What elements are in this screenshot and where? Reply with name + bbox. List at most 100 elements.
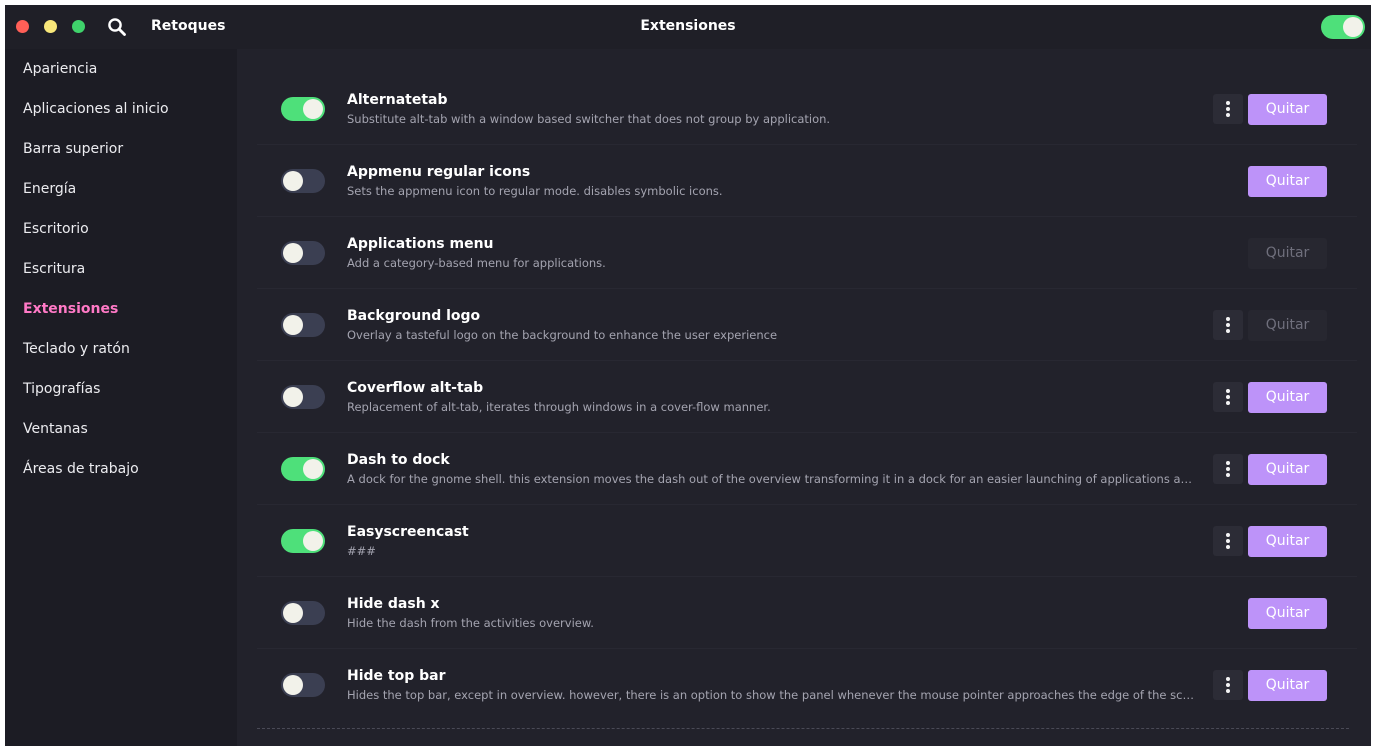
extension-description: Add a category-based menu for applicatio… xyxy=(347,256,606,270)
app-title: Retoques xyxy=(151,18,226,34)
maximize-window-button[interactable] xyxy=(72,20,85,33)
remove-extension-button[interactable]: Quitar xyxy=(1248,454,1327,485)
extension-description: A dock for the gnome shell. this extensi… xyxy=(347,472,1197,486)
tweaks-window: Retoques Extensiones Apariencia Aplicacio… xyxy=(5,5,1371,746)
extension-description: ### xyxy=(347,544,376,558)
toggle-knob xyxy=(303,459,323,479)
extension-toggle[interactable] xyxy=(281,457,325,481)
extension-toggle[interactable] xyxy=(281,529,325,553)
more-icon-dot xyxy=(1226,467,1230,471)
sidebar: Apariencia Aplicaciones al inicio Barra su… xyxy=(5,49,237,746)
toggle-knob xyxy=(283,315,303,335)
toggle-knob xyxy=(283,387,303,407)
toggle-knob xyxy=(283,675,303,695)
extension-description: Overlay a tasteful logo on the backgroun… xyxy=(347,328,778,342)
more-icon-dot xyxy=(1226,101,1230,105)
more-icon-dot xyxy=(1226,689,1230,693)
extension-toggle[interactable] xyxy=(281,313,325,337)
list-end-divider xyxy=(257,728,1349,729)
more-icon-dot xyxy=(1226,317,1230,321)
extension-name: Alternatetab xyxy=(347,92,448,108)
sidebar-item-tipografias[interactable]: Tipografías xyxy=(5,369,237,409)
more-icon-dot xyxy=(1226,107,1230,111)
more-icon-dot xyxy=(1226,323,1230,327)
sidebar-item-barra-superior[interactable]: Barra superior xyxy=(5,129,237,169)
remove-extension-button: Quitar xyxy=(1248,310,1327,341)
toggle-knob xyxy=(283,603,303,623)
extension-settings-button[interactable] xyxy=(1213,526,1243,556)
extension-toggle[interactable] xyxy=(281,241,325,265)
extension-name: Hide dash x xyxy=(347,596,440,612)
extension-name: Background logo xyxy=(347,308,481,324)
extension-row: Applications menu Add a category-based me… xyxy=(257,217,1357,289)
remove-extension-button[interactable]: Quitar xyxy=(1248,526,1327,557)
more-icon-dot xyxy=(1226,461,1230,465)
sidebar-item-areas-de-trabajo[interactable]: Áreas de trabajo xyxy=(5,449,237,489)
more-icon-dot xyxy=(1226,545,1230,549)
sidebar-item-apariencia[interactable]: Apariencia xyxy=(5,49,237,89)
more-icon-dot xyxy=(1226,677,1230,681)
minimize-window-button[interactable] xyxy=(44,20,57,33)
extension-description: Replacement of alt-tab, iterates through… xyxy=(347,400,771,414)
toggle-knob xyxy=(283,243,303,263)
remove-extension-button[interactable]: Quitar xyxy=(1248,598,1327,629)
more-icon-dot xyxy=(1226,389,1230,393)
more-icon-dot xyxy=(1226,473,1230,477)
sidebar-item-ventanas[interactable]: Ventanas xyxy=(5,409,237,449)
extension-toggle[interactable] xyxy=(281,601,325,625)
extension-row: Background logo Overlay a tasteful logo o… xyxy=(257,289,1357,361)
sidebar-item-teclado-y-raton[interactable]: Teclado y ratón xyxy=(5,329,237,369)
more-icon-dot xyxy=(1226,329,1230,333)
sidebar-item-energia[interactable]: Energía xyxy=(5,169,237,209)
extension-name: Applications menu xyxy=(347,236,494,252)
extensions-global-switch[interactable] xyxy=(1321,15,1365,39)
toggle-knob xyxy=(303,531,323,551)
remove-extension-button: Quitar xyxy=(1248,238,1327,269)
toggle-knob xyxy=(283,171,303,191)
extension-row: Coverflow alt-tab Replacement of alt-tab,… xyxy=(257,361,1357,433)
extension-row: Hide top bar Hides the top bar, except in… xyxy=(257,649,1357,721)
extension-description: Sets the appmenu icon to regular mode. d… xyxy=(347,184,723,198)
extension-row: Easyscreencast ### Quitar xyxy=(257,505,1357,577)
extension-settings-button[interactable] xyxy=(1213,670,1243,700)
sidebar-item-escritura[interactable]: Escritura xyxy=(5,249,237,289)
sidebar-item-extensiones[interactable]: Extensiones xyxy=(5,289,237,329)
more-icon-dot xyxy=(1226,113,1230,117)
remove-extension-button[interactable]: Quitar xyxy=(1248,94,1327,125)
extensions-list: Alternatetab Substitute alt-tab with a wi… xyxy=(257,73,1357,721)
remove-extension-button[interactable]: Quitar xyxy=(1248,382,1327,413)
extension-settings-button[interactable] xyxy=(1213,382,1243,412)
extension-settings-button[interactable] xyxy=(1213,454,1243,484)
more-icon-dot xyxy=(1226,539,1230,543)
extension-settings-button[interactable] xyxy=(1213,310,1243,340)
extension-toggle[interactable] xyxy=(281,385,325,409)
more-icon-dot xyxy=(1226,683,1230,687)
more-icon-dot xyxy=(1226,401,1230,405)
extension-name: Coverflow alt-tab xyxy=(347,380,484,396)
extension-description: Substitute alt-tab with a window based s… xyxy=(347,112,831,126)
more-icon-dot xyxy=(1226,533,1230,537)
extension-row: Appmenu regular icons Sets the appmenu ic… xyxy=(257,145,1357,217)
extension-toggle[interactable] xyxy=(281,97,325,121)
extension-toggle[interactable] xyxy=(281,169,325,193)
remove-extension-button[interactable]: Quitar xyxy=(1248,670,1327,701)
extension-row: Hide dash x Hide the dash from the activi… xyxy=(257,577,1357,649)
sidebar-item-escritorio[interactable]: Escritorio xyxy=(5,209,237,249)
extension-name: Appmenu regular icons xyxy=(347,164,531,180)
extensions-panel: Alternatetab Substitute alt-tab with a wi… xyxy=(237,49,1371,746)
extension-name: Easyscreencast xyxy=(347,524,469,540)
sidebar-item-aplicaciones-al-inicio[interactable]: Aplicaciones al inicio xyxy=(5,89,237,129)
extension-name: Hide top bar xyxy=(347,668,446,684)
extension-toggle[interactable] xyxy=(281,673,325,697)
close-window-button[interactable] xyxy=(16,20,29,33)
toggle-knob xyxy=(303,99,323,119)
search-button[interactable] xyxy=(106,16,128,38)
remove-extension-button[interactable]: Quitar xyxy=(1248,166,1327,197)
extension-settings-button[interactable] xyxy=(1213,94,1243,124)
more-icon-dot xyxy=(1226,395,1230,399)
extension-description: Hides the top bar, except in overview. h… xyxy=(347,688,1197,702)
switch-knob xyxy=(1343,17,1363,37)
search-icon xyxy=(108,18,126,36)
header-bar: Retoques Extensiones xyxy=(5,5,1371,49)
extension-name: Dash to dock xyxy=(347,452,450,468)
